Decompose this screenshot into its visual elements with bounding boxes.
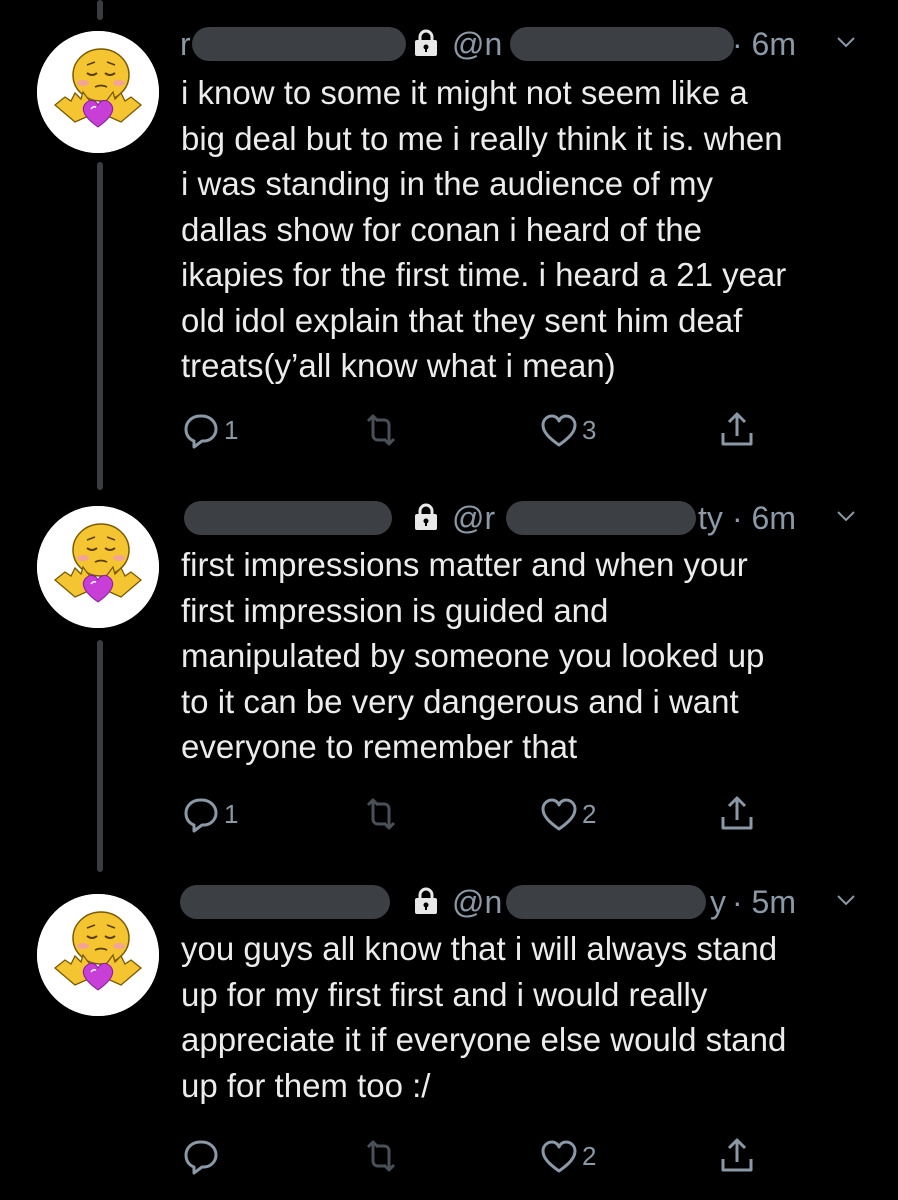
chevron-down-icon[interactable] xyxy=(834,888,858,912)
tweet-line: big deal but to me i really think it is.… xyxy=(181,119,783,157)
lock-icon xyxy=(412,29,440,57)
like-icon xyxy=(538,409,580,451)
chevron-down-icon[interactable] xyxy=(834,30,858,54)
tweet-line: everyone to remember that xyxy=(181,728,578,765)
share-button[interactable] xyxy=(716,408,758,452)
redacted-handle xyxy=(506,885,706,919)
handle-prefix[interactable]: @r xyxy=(452,500,495,536)
like-count: 2 xyxy=(582,1141,597,1171)
redacted-handle xyxy=(506,501,696,535)
reply-count: 1 xyxy=(224,415,239,445)
handle-prefix[interactable]: @n xyxy=(452,26,502,62)
tweet-actions: 1 3 xyxy=(180,408,780,452)
retweet-button[interactable] xyxy=(360,792,404,836)
tweet-header: r @n · 6m xyxy=(180,24,880,64)
avatar[interactable] xyxy=(37,894,159,1016)
retweet-button[interactable] xyxy=(360,1134,404,1178)
redacted-handle xyxy=(510,27,734,61)
tweet-line: to it can be very dangerous and i want xyxy=(181,682,739,720)
tweet-header: @r ty · 6m xyxy=(180,498,880,538)
lock-icon xyxy=(412,503,440,531)
tweet-line: old idol explain that they sent him deaf xyxy=(181,301,743,339)
reply-icon xyxy=(180,409,222,451)
chevron-down-icon[interactable] xyxy=(834,504,858,528)
reply-icon xyxy=(180,1135,222,1177)
retweet-button[interactable] xyxy=(360,408,404,452)
retweet-icon xyxy=(360,409,402,451)
tweet-actions: 1 2 xyxy=(180,792,780,836)
share-icon xyxy=(716,1135,758,1177)
tweet-line: up for them too :/ xyxy=(181,1066,431,1104)
like-button[interactable]: 2 xyxy=(538,1134,596,1178)
avatar-image xyxy=(37,506,159,628)
like-count: 3 xyxy=(582,415,597,445)
tweet-timestamp[interactable]: · 6m xyxy=(732,500,796,536)
tweet-2[interactable]: @r ty · 6m first impressions matter and … xyxy=(0,480,898,870)
redacted-display-name xyxy=(184,501,392,535)
like-count: 2 xyxy=(582,799,597,829)
reply-count: 1 xyxy=(224,799,239,829)
tweet-line: dallas show for conan i heard of the xyxy=(181,210,702,248)
retweet-icon xyxy=(360,793,402,835)
like-icon xyxy=(538,1135,580,1177)
like-button[interactable]: 2 xyxy=(538,792,596,836)
avatar[interactable] xyxy=(37,31,159,153)
redacted-display-name xyxy=(192,27,406,61)
avatar-image xyxy=(37,894,159,1016)
tweet-line: appreciate it if everyone else would sta… xyxy=(181,1021,787,1058)
handle-suffix[interactable]: y xyxy=(710,884,726,920)
like-icon xyxy=(538,793,580,835)
tweet-line: i was standing in the audience of my xyxy=(181,165,713,202)
tweet-line: treats(y’all know what i mean) xyxy=(181,347,616,384)
tweet-actions: 2 xyxy=(180,1134,780,1178)
tweet-3[interactable]: @n y · 5m you guys all know that i will … xyxy=(0,870,898,1200)
share-button[interactable] xyxy=(716,1134,758,1178)
tweet-timestamp[interactable]: · 5m xyxy=(732,884,796,920)
tweet-timestamp[interactable]: · 6m xyxy=(732,26,796,62)
reply-button[interactable]: 1 xyxy=(180,792,238,836)
handle-prefix[interactable]: @n xyxy=(452,884,502,920)
reply-icon xyxy=(180,793,222,835)
share-icon xyxy=(716,409,758,451)
share-button[interactable] xyxy=(716,792,758,836)
tweet-line: first impressions matter and when your xyxy=(181,546,748,583)
tweet-line: first impression is guided and xyxy=(181,591,609,629)
avatar-image xyxy=(37,31,159,153)
lock-icon xyxy=(412,887,440,915)
like-button[interactable]: 3 xyxy=(538,408,596,452)
tweet-line: you guys all know that i will always sta… xyxy=(181,930,778,967)
tweet-text: you guys all know that i will always sta… xyxy=(181,926,871,1108)
tweet-line: ikapies for the first time. i heard a 21… xyxy=(181,256,787,293)
display-name-visible[interactable]: r xyxy=(180,26,191,62)
tweet-text: first impressions matter and when your f… xyxy=(181,542,871,770)
redacted-display-name xyxy=(180,885,390,919)
handle-suffix[interactable]: ty xyxy=(698,500,723,536)
tweet-line: up for my first first and i would really xyxy=(181,975,708,1013)
avatar[interactable] xyxy=(37,506,159,628)
retweet-icon xyxy=(360,1135,402,1177)
reply-button[interactable]: 1 xyxy=(180,408,238,452)
share-icon xyxy=(716,793,758,835)
tweet-line: manipulated by someone you looked up xyxy=(181,637,765,674)
tweet-line: i know to some it might not seem like a xyxy=(181,74,748,111)
tweet-header: @n y · 5m xyxy=(180,882,880,922)
tweet-1[interactable]: r @n · 6m i know to some it might not se… xyxy=(0,0,898,480)
tweet-text: i know to some it might not seem like a … xyxy=(181,70,871,389)
reply-button[interactable] xyxy=(180,1134,224,1178)
